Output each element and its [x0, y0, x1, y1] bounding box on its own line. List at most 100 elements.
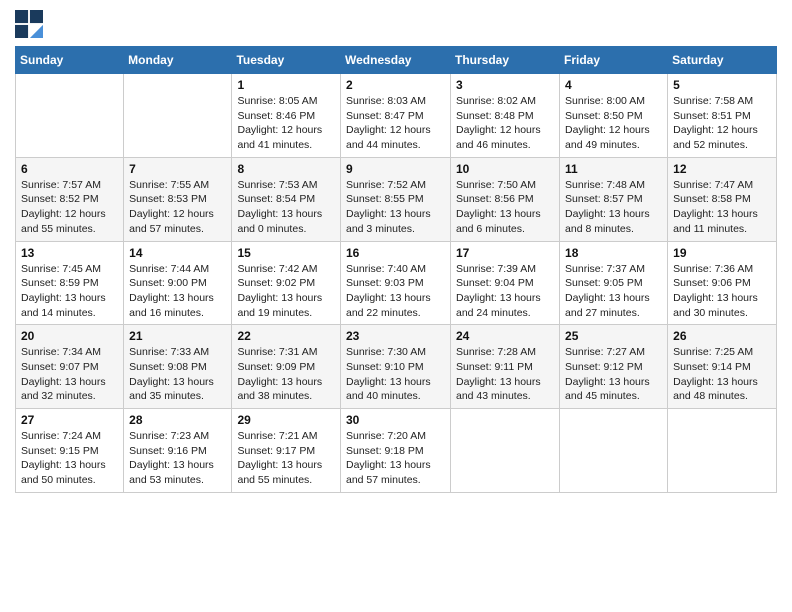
calendar-cell: 7 Sunrise: 7:55 AM Sunset: 8:53 PM Daylig…: [124, 157, 232, 241]
day-info: Sunrise: 7:58 AM Sunset: 8:51 PM Dayligh…: [673, 94, 771, 153]
day-info: Sunrise: 7:27 AM Sunset: 9:12 PM Dayligh…: [565, 345, 662, 404]
day-info: Sunrise: 7:34 AM Sunset: 9:07 PM Dayligh…: [21, 345, 118, 404]
day-number: 14: [129, 246, 226, 260]
calendar-cell: 25 Sunrise: 7:27 AM Sunset: 9:12 PM Dayli…: [560, 325, 668, 409]
calendar-cell: 9 Sunrise: 7:52 AM Sunset: 8:55 PM Daylig…: [341, 157, 451, 241]
calendar-cell: 30 Sunrise: 7:20 AM Sunset: 9:18 PM Dayli…: [341, 409, 451, 493]
day-info: Sunrise: 7:20 AM Sunset: 9:18 PM Dayligh…: [346, 429, 445, 488]
day-info: Sunrise: 7:31 AM Sunset: 9:09 PM Dayligh…: [237, 345, 335, 404]
column-header-friday: Friday: [560, 47, 668, 74]
day-info: Sunrise: 7:50 AM Sunset: 8:56 PM Dayligh…: [456, 178, 554, 237]
day-number: 10: [456, 162, 554, 176]
calendar-cell: [124, 74, 232, 158]
day-info: Sunrise: 7:37 AM Sunset: 9:05 PM Dayligh…: [565, 262, 662, 321]
calendar-cell: 15Sunrise: 7:42 AM Sunset: 9:02 PM Dayli…: [232, 241, 341, 325]
day-number: 2: [346, 78, 445, 92]
day-number: 9: [346, 162, 445, 176]
calendar-cell: 19 Sunrise: 7:36 AM Sunset: 9:06 PM Dayli…: [668, 241, 777, 325]
page-header: [15, 10, 777, 38]
calendar-cell: 21 Sunrise: 7:33 AM Sunset: 9:08 PM Dayli…: [124, 325, 232, 409]
day-info: Sunrise: 7:42 AM Sunset: 9:02 PM Dayligh…: [237, 262, 335, 321]
day-info: Sunrise: 7:30 AM Sunset: 9:10 PM Dayligh…: [346, 345, 445, 404]
day-info: Sunrise: 7:23 AM Sunset: 9:16 PM Dayligh…: [129, 429, 226, 488]
calendar-cell: [16, 74, 124, 158]
calendar-cell: [451, 409, 560, 493]
calendar-cell: 18 Sunrise: 7:37 AM Sunset: 9:05 PM Dayli…: [560, 241, 668, 325]
day-number: 11: [565, 162, 662, 176]
day-number: 7: [129, 162, 226, 176]
day-info: Sunrise: 7:45 AM Sunset: 8:59 PM Dayligh…: [21, 262, 118, 321]
calendar-cell: 27 Sunrise: 7:24 AM Sunset: 9:15 PM Dayli…: [16, 409, 124, 493]
day-info: Sunrise: 7:52 AM Sunset: 8:55 PM Dayligh…: [346, 178, 445, 237]
day-info: Sunrise: 7:33 AM Sunset: 9:08 PM Dayligh…: [129, 345, 226, 404]
day-number: 20: [21, 329, 118, 343]
day-info: Sunrise: 7:57 AM Sunset: 8:52 PM Dayligh…: [21, 178, 118, 237]
day-info: Sunrise: 7:39 AM Sunset: 9:04 PM Dayligh…: [456, 262, 554, 321]
day-info: Sunrise: 7:48 AM Sunset: 8:57 PM Dayligh…: [565, 178, 662, 237]
calendar-cell: 6 Sunrise: 7:57 AM Sunset: 8:52 PM Daylig…: [16, 157, 124, 241]
day-number: 24: [456, 329, 554, 343]
calendar-cell: [668, 409, 777, 493]
calendar-week-row: 20 Sunrise: 7:34 AM Sunset: 9:07 PM Dayli…: [16, 325, 777, 409]
day-number: 3: [456, 78, 554, 92]
column-header-tuesday: Tuesday: [232, 47, 341, 74]
day-info: Sunrise: 8:03 AM Sunset: 8:47 PM Dayligh…: [346, 94, 445, 153]
day-number: 22: [237, 329, 335, 343]
calendar-week-row: 1 Sunrise: 8:05 AM Sunset: 8:46 PM Daylig…: [16, 74, 777, 158]
day-info: Sunrise: 7:44 AM Sunset: 9:00 PM Dayligh…: [129, 262, 226, 321]
calendar-cell: 1 Sunrise: 8:05 AM Sunset: 8:46 PM Daylig…: [232, 74, 341, 158]
day-number: 4: [565, 78, 662, 92]
calendar-cell: 2 Sunrise: 8:03 AM Sunset: 8:47 PM Daylig…: [341, 74, 451, 158]
day-number: 1: [237, 78, 335, 92]
calendar-table: SundayMondayTuesdayWednesdayThursdayFrid…: [15, 46, 777, 493]
calendar-cell: 14 Sunrise: 7:44 AM Sunset: 9:00 PM Dayli…: [124, 241, 232, 325]
calendar-week-row: 6 Sunrise: 7:57 AM Sunset: 8:52 PM Daylig…: [16, 157, 777, 241]
calendar-cell: 12 Sunrise: 7:47 AM Sunset: 8:58 PM Dayli…: [668, 157, 777, 241]
day-number: 26: [673, 329, 771, 343]
day-number: 25: [565, 329, 662, 343]
logo: [15, 10, 47, 38]
day-info: Sunrise: 8:00 AM Sunset: 8:50 PM Dayligh…: [565, 94, 662, 153]
day-number: 19: [673, 246, 771, 260]
calendar-cell: 11 Sunrise: 7:48 AM Sunset: 8:57 PM Dayli…: [560, 157, 668, 241]
day-number: 18: [565, 246, 662, 260]
day-number: 12: [673, 162, 771, 176]
day-number: 5: [673, 78, 771, 92]
calendar-cell: 20 Sunrise: 7:34 AM Sunset: 9:07 PM Dayli…: [16, 325, 124, 409]
column-header-monday: Monday: [124, 47, 232, 74]
day-info: Sunrise: 7:28 AM Sunset: 9:11 PM Dayligh…: [456, 345, 554, 404]
calendar-cell: 23 Sunrise: 7:30 AM Sunset: 9:10 PM Dayli…: [341, 325, 451, 409]
day-number: 21: [129, 329, 226, 343]
calendar-cell: 5 Sunrise: 7:58 AM Sunset: 8:51 PM Daylig…: [668, 74, 777, 158]
day-info: Sunrise: 7:47 AM Sunset: 8:58 PM Dayligh…: [673, 178, 771, 237]
logo-icon: [15, 10, 43, 38]
day-info: Sunrise: 7:40 AM Sunset: 9:03 PM Dayligh…: [346, 262, 445, 321]
calendar-week-row: 27 Sunrise: 7:24 AM Sunset: 9:15 PM Dayli…: [16, 409, 777, 493]
day-number: 28: [129, 413, 226, 427]
day-info: Sunrise: 7:21 AM Sunset: 9:17 PM Dayligh…: [237, 429, 335, 488]
calendar-cell: 26Sunrise: 7:25 AM Sunset: 9:14 PM Dayli…: [668, 325, 777, 409]
day-info: Sunrise: 7:53 AM Sunset: 8:54 PM Dayligh…: [237, 178, 335, 237]
column-header-wednesday: Wednesday: [341, 47, 451, 74]
day-number: 13: [21, 246, 118, 260]
calendar-cell: 17Sunrise: 7:39 AM Sunset: 9:04 PM Dayli…: [451, 241, 560, 325]
day-number: 29: [237, 413, 335, 427]
calendar-header-row: SundayMondayTuesdayWednesdayThursdayFrid…: [16, 47, 777, 74]
calendar-cell: 24 Sunrise: 7:28 AM Sunset: 9:11 PM Dayli…: [451, 325, 560, 409]
day-info: Sunrise: 8:02 AM Sunset: 8:48 PM Dayligh…: [456, 94, 554, 153]
day-number: 27: [21, 413, 118, 427]
day-info: Sunrise: 7:55 AM Sunset: 8:53 PM Dayligh…: [129, 178, 226, 237]
day-number: 8: [237, 162, 335, 176]
calendar-cell: 3 Sunrise: 8:02 AM Sunset: 8:48 PM Daylig…: [451, 74, 560, 158]
day-info: Sunrise: 7:36 AM Sunset: 9:06 PM Dayligh…: [673, 262, 771, 321]
day-info: Sunrise: 8:05 AM Sunset: 8:46 PM Dayligh…: [237, 94, 335, 153]
day-number: 23: [346, 329, 445, 343]
calendar-cell: 10 Sunrise: 7:50 AM Sunset: 8:56 PM Dayli…: [451, 157, 560, 241]
day-info: Sunrise: 7:24 AM Sunset: 9:15 PM Dayligh…: [21, 429, 118, 488]
day-number: 30: [346, 413, 445, 427]
calendar-cell: 22 Sunrise: 7:31 AM Sunset: 9:09 PM Dayli…: [232, 325, 341, 409]
calendar-cell: 16Sunrise: 7:40 AM Sunset: 9:03 PM Dayli…: [341, 241, 451, 325]
column-header-sunday: Sunday: [16, 47, 124, 74]
calendar-week-row: 13 Sunrise: 7:45 AM Sunset: 8:59 PM Dayli…: [16, 241, 777, 325]
day-number: 6: [21, 162, 118, 176]
